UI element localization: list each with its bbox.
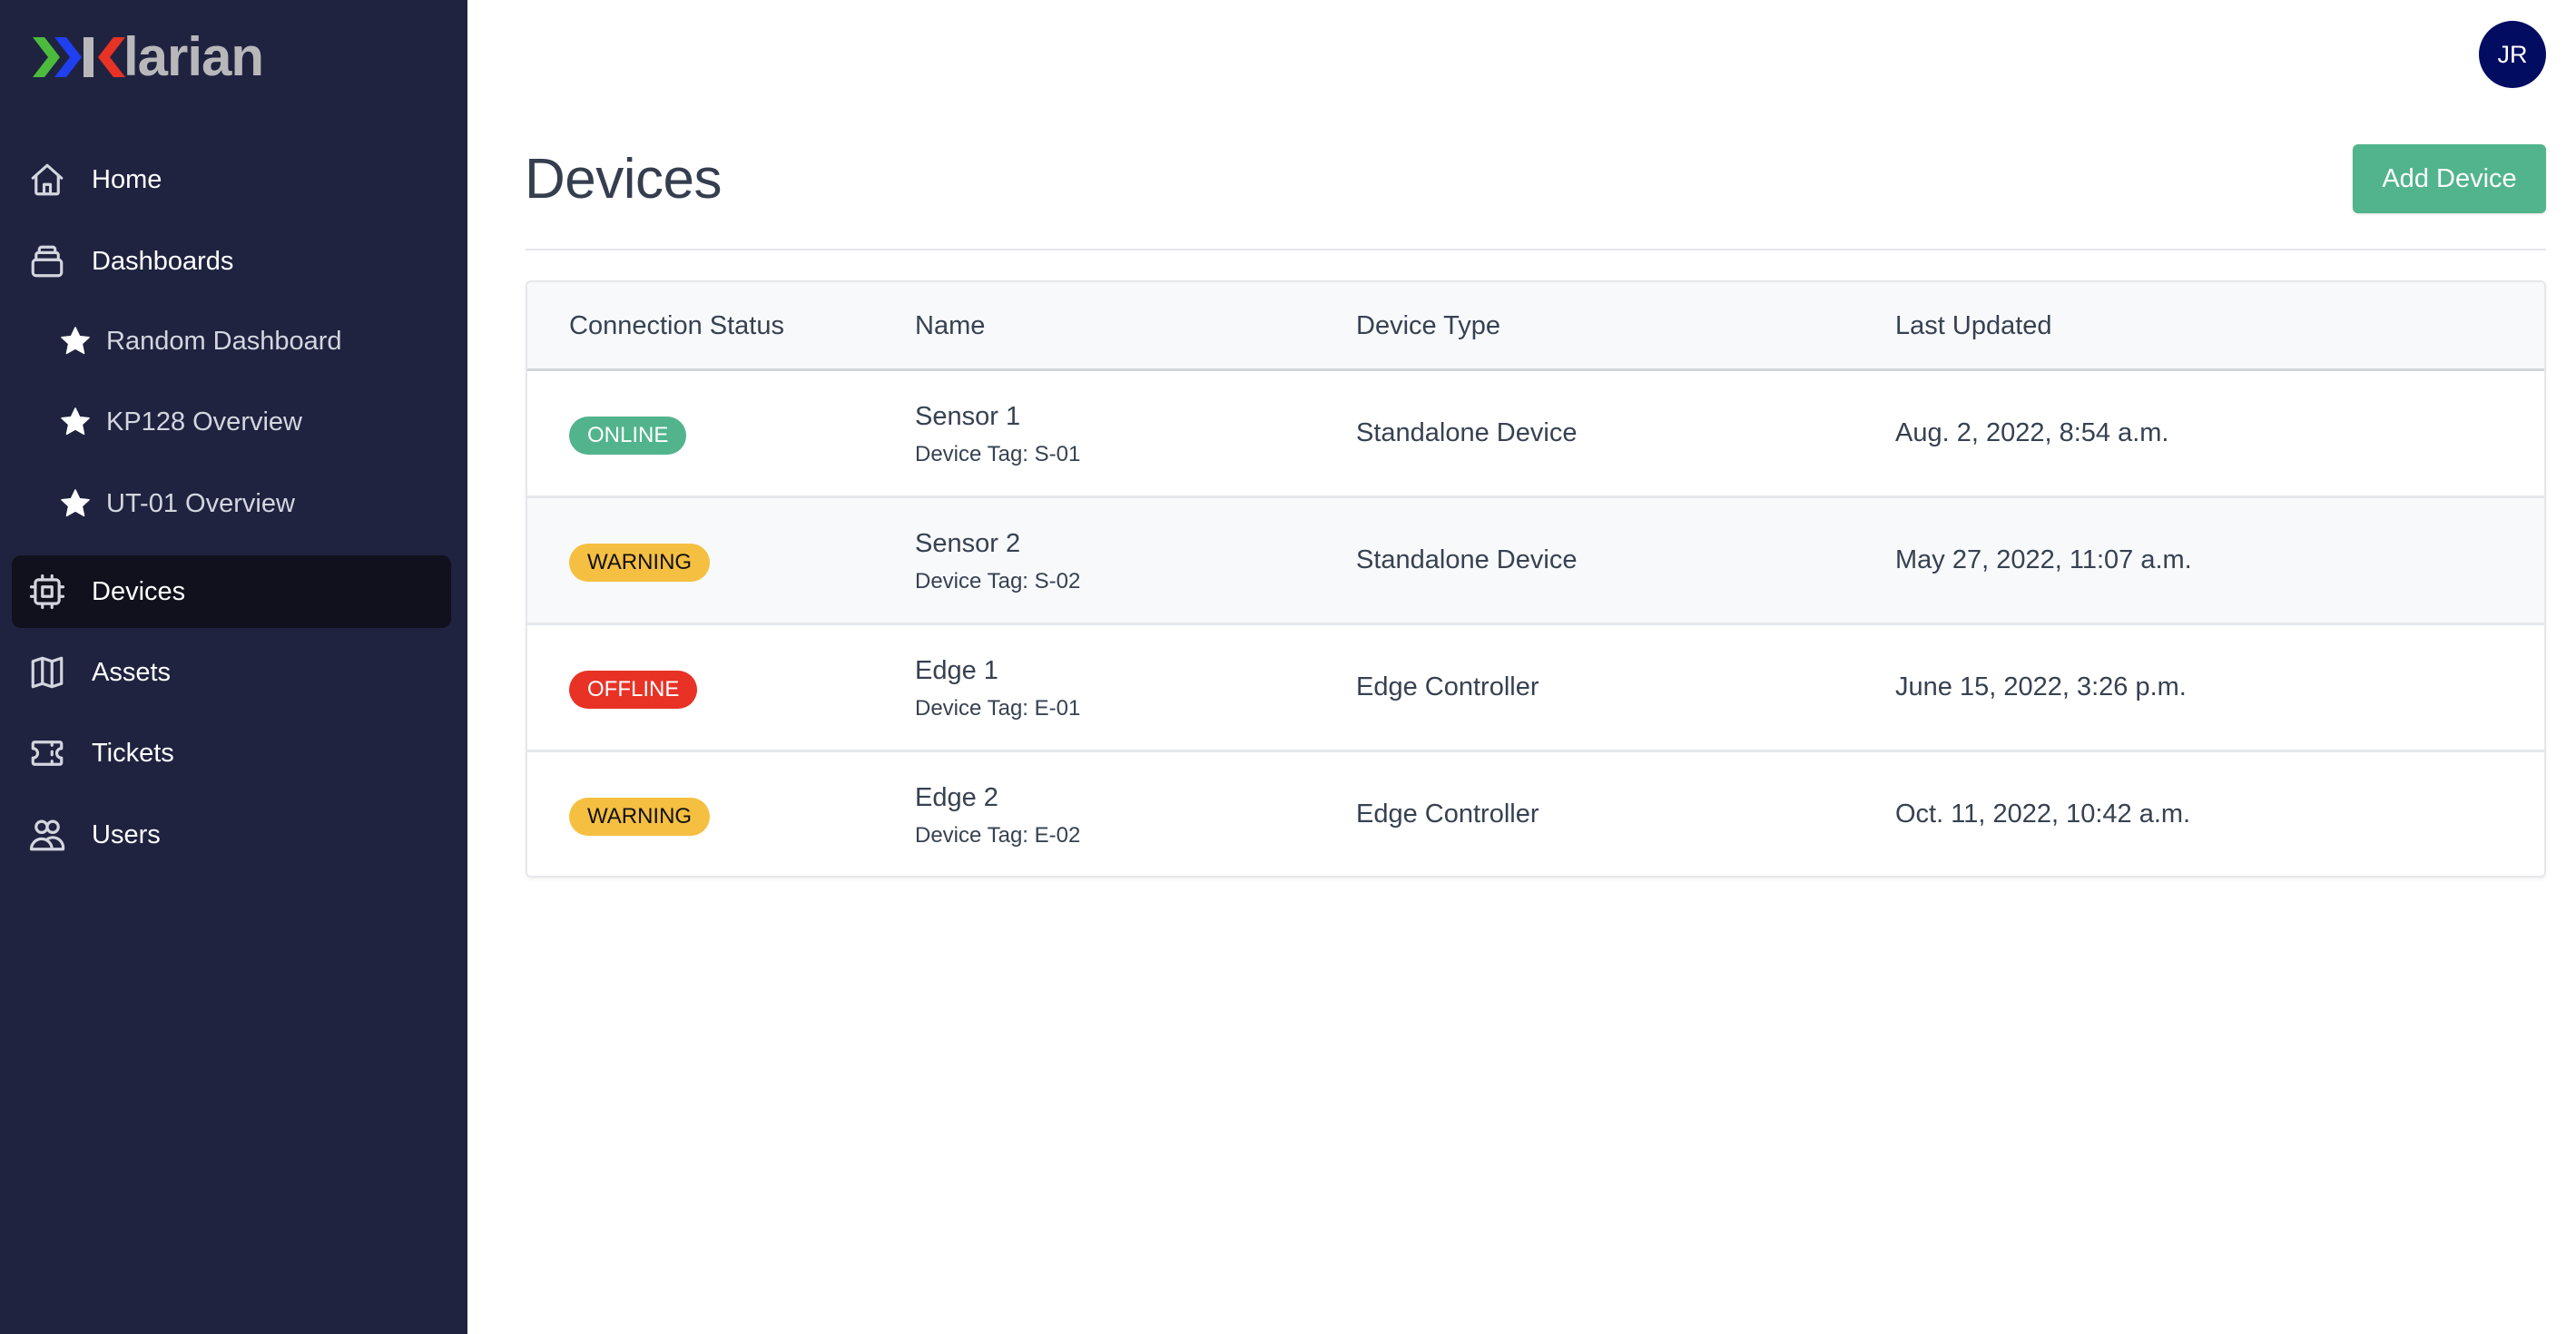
sidebar-item-tickets[interactable]: Tickets bbox=[12, 717, 451, 790]
last-updated: Aug. 2, 2022, 8:54 a.m. bbox=[1895, 418, 2169, 447]
chip-icon bbox=[29, 574, 65, 610]
last-updated: Oct. 11, 2022, 10:42 a.m. bbox=[1895, 799, 2191, 829]
column-header-device-type[interactable]: Device Type bbox=[1356, 311, 1500, 341]
status-badge: WARNING bbox=[569, 798, 711, 836]
star-icon bbox=[61, 489, 90, 517]
device-type: Standalone Device bbox=[1356, 418, 1578, 447]
device-type: Edge Controller bbox=[1356, 672, 1539, 701]
klarian-logo[interactable]: Klarian larian bbox=[33, 26, 264, 87]
sidebar-item-label: Dashboards bbox=[92, 246, 234, 276]
sidebar-item-label: UT-01 Overview bbox=[106, 488, 295, 518]
header-divider bbox=[526, 249, 2546, 250]
map-icon bbox=[31, 656, 64, 689]
home-icon bbox=[31, 163, 64, 196]
user-avatar[interactable]: JR bbox=[2479, 21, 2546, 88]
ticket-icon bbox=[31, 741, 64, 766]
star-icon bbox=[61, 407, 90, 436]
last-updated: May 27, 2022, 11:07 a.m. bbox=[1895, 545, 2192, 574]
brand-wordmark: larian bbox=[123, 26, 264, 87]
device-tag: Device Tag: S-01 bbox=[915, 442, 1081, 466]
device-name[interactable]: Sensor 1 bbox=[915, 402, 1020, 432]
devices-table: Connection Status Name Device Type Last … bbox=[526, 280, 2546, 878]
column-header-name[interactable]: Name bbox=[915, 311, 985, 341]
table-row[interactable]: WARNING Sensor 2 Device Tag: S-02 Standa… bbox=[527, 498, 2544, 625]
users-icon bbox=[29, 819, 65, 851]
table-row[interactable]: ONLINE Sensor 1 Device Tag: S-01 Standal… bbox=[527, 371, 2544, 498]
sidebar-item-assets[interactable]: Assets bbox=[12, 636, 451, 709]
sidebar: Klarian larian Home Dashboards Random Da… bbox=[0, 0, 467, 1334]
last-updated: June 15, 2022, 3:26 p.m. bbox=[1895, 672, 2187, 701]
sidebar-item-label: Assets bbox=[92, 657, 172, 687]
table-header: Connection Status Name Device Type Last … bbox=[527, 282, 2544, 371]
device-tag: Device Tag: E-02 bbox=[915, 823, 1081, 848]
sidebar-item-label: Random Dashboard bbox=[106, 326, 342, 356]
table-row[interactable]: OFFLINE Edge 1 Device Tag: E-01 Edge Con… bbox=[527, 625, 2544, 752]
sidebar-item-home[interactable]: Home bbox=[12, 143, 451, 216]
device-name[interactable]: Edge 2 bbox=[915, 783, 998, 813]
device-type: Standalone Device bbox=[1356, 545, 1578, 574]
sidebar-item-label: KP128 Overview bbox=[106, 407, 302, 436]
device-tag: Device Tag: E-01 bbox=[915, 696, 1081, 721]
sidebar-item-ut-01-overview[interactable]: UT-01 Overview bbox=[12, 467, 451, 540]
status-badge: ONLINE bbox=[569, 417, 687, 455]
sidebar-item-users[interactable]: Users bbox=[12, 799, 451, 871]
device-tag: Device Tag: S-02 bbox=[915, 569, 1081, 593]
add-device-button[interactable]: Add Device bbox=[2353, 144, 2546, 213]
column-header-last-updated[interactable]: Last Updated bbox=[1895, 311, 2052, 341]
sidebar-item-kp128-overview[interactable]: KP128 Overview bbox=[12, 386, 451, 458]
status-badge: WARNING bbox=[569, 544, 711, 582]
dashboards-icon bbox=[31, 245, 64, 278]
sidebar-item-label: Tickets bbox=[92, 738, 174, 768]
device-name[interactable]: Sensor 2 bbox=[915, 529, 1020, 559]
star-icon bbox=[61, 327, 90, 355]
device-type: Edge Controller bbox=[1356, 799, 1539, 829]
column-header-connection-status[interactable]: Connection Status bbox=[569, 311, 784, 341]
sidebar-item-random-dashboard[interactable]: Random Dashboard bbox=[12, 305, 451, 378]
sidebar-item-devices[interactable]: Devices bbox=[12, 555, 451, 628]
sidebar-item-label: Users bbox=[92, 819, 161, 849]
table-row[interactable]: WARNING Edge 2 Device Tag: E-02 Edge Con… bbox=[527, 752, 2544, 876]
status-badge: OFFLINE bbox=[569, 671, 698, 709]
sidebar-item-label: Devices bbox=[92, 576, 186, 606]
page-title: Devices bbox=[525, 148, 723, 211]
sidebar-item-dashboards[interactable]: Dashboards bbox=[12, 225, 451, 298]
device-name[interactable]: Edge 1 bbox=[915, 656, 998, 686]
sidebar-item-label: Home bbox=[92, 164, 162, 194]
logo-chevrons-icon bbox=[33, 37, 125, 77]
